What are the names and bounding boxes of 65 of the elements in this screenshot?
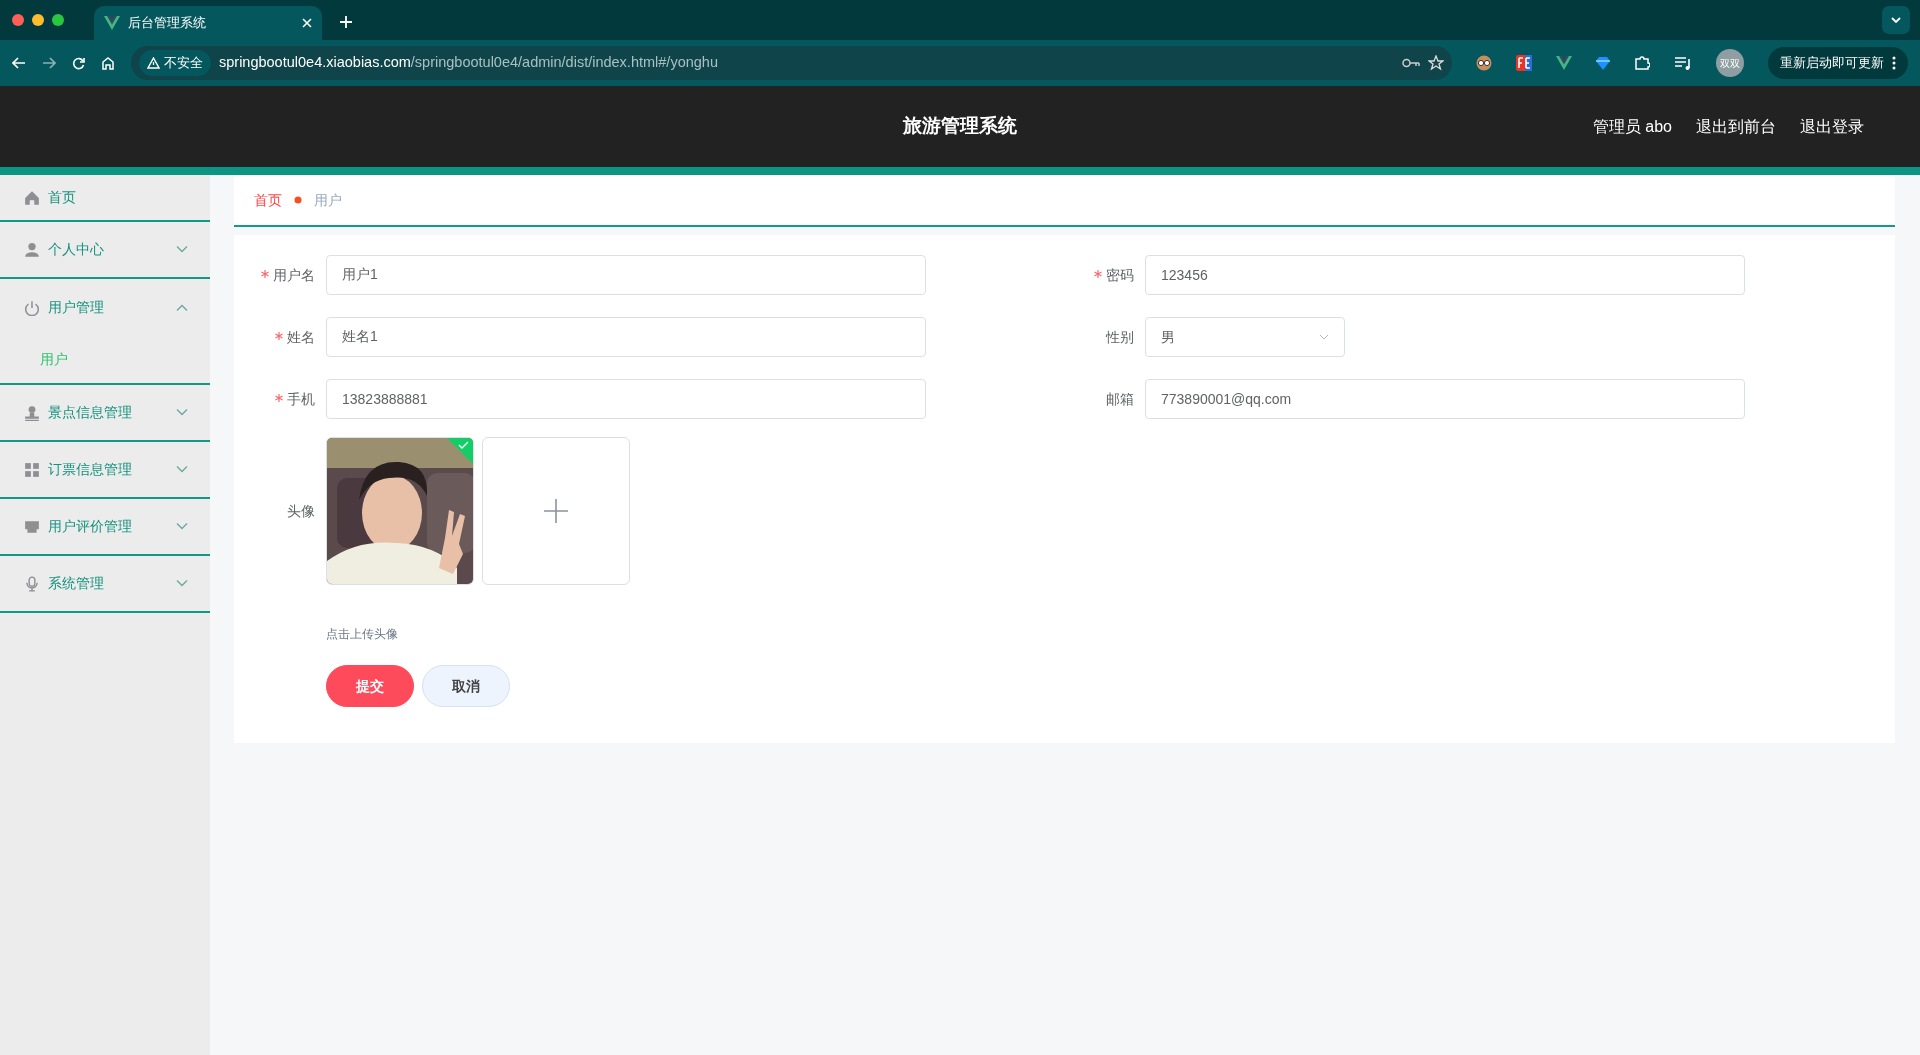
sidebar-item[interactable]: 系统管理 (0, 556, 210, 613)
address-text[interactable]: springbootul0e4.xiaobias.com/springbootul0e4/admin/dist/index.html#/yonghu (219, 52, 1394, 74)
app-title: 旅游管理系统 (903, 114, 1017, 139)
browser-tab[interactable]: 后台管理系统 (94, 6, 322, 40)
power-icon (24, 299, 40, 316)
input-field[interactable]: 13823888881 (326, 379, 926, 419)
upload-hint: 点击上传头像 (326, 626, 399, 643)
security-indicator[interactable]: 不安全 (139, 50, 211, 76)
tab-search-button[interactable] (1882, 6, 1910, 34)
sidebar-item[interactable]: 首页 (0, 175, 210, 222)
media-queue-icon[interactable] (1674, 56, 1692, 70)
home-icon[interactable] (101, 56, 115, 70)
key-icon[interactable] (1402, 58, 1420, 68)
warning-icon (147, 57, 160, 69)
input-field[interactable]: 用户1 (326, 255, 926, 295)
sidebar-item[interactable]: 个人中心 (0, 222, 210, 279)
microphone-icon (24, 575, 40, 592)
sidebar-item[interactable]: 景点信息管理 (0, 385, 210, 442)
chevron-down-icon (1319, 334, 1329, 340)
puzzle-icon[interactable] (1634, 55, 1650, 71)
update-button[interactable]: 重新启动即可更新 (1768, 47, 1908, 79)
cancel-button[interactable]: 取消 (422, 665, 510, 707)
close-icon[interactable] (302, 18, 312, 28)
minimize-window-dot[interactable] (32, 14, 44, 26)
select-field[interactable]: 男 (1145, 317, 1345, 357)
tab-title: 后台管理系统 (128, 14, 207, 33)
v-logo-icon[interactable] (1556, 56, 1572, 70)
header-link[interactable]: 退出到前台 (1696, 114, 1776, 139)
new-tab-icon[interactable] (340, 16, 352, 28)
plus-icon (544, 499, 568, 523)
bullet-icon (294, 196, 302, 204)
glasses-face-icon[interactable] (1476, 55, 1492, 71)
sidebar-item[interactable]: 订票信息管理 (0, 442, 210, 499)
back-icon[interactable] (12, 57, 26, 69)
home-icon (24, 189, 40, 206)
sidebar-item[interactable]: 用户评价管理 (0, 499, 210, 556)
close-window-dot[interactable] (12, 14, 24, 26)
more-vertical-icon (1892, 56, 1896, 70)
field-label: 性别 (1104, 327, 1135, 347)
breadcrumb-link[interactable]: 首页 (254, 189, 282, 211)
field-label: 邮箱 (1105, 389, 1135, 409)
store-icon (24, 518, 40, 535)
field-label: 头像 (286, 501, 316, 521)
header-link[interactable]: 退出登录 (1800, 114, 1864, 139)
gem-icon[interactable] (1596, 56, 1610, 70)
forward-icon[interactable] (42, 57, 56, 69)
reload-icon[interactable] (72, 56, 85, 70)
chevron-down-icon (1891, 17, 1901, 23)
extension-badge-icon[interactable] (1516, 55, 1532, 71)
zoom-window-dot[interactable] (52, 14, 64, 26)
user-icon (24, 241, 40, 258)
field-label: 密码 (1053, 264, 1145, 286)
input-field[interactable]: 773890001@qq.com (1145, 379, 1745, 419)
star-icon[interactable] (1428, 55, 1444, 71)
sidebar-item[interactable]: 用户管理 (0, 279, 210, 336)
input-field[interactable]: 姓名1 (326, 317, 926, 357)
field-label: 手机 (234, 388, 326, 410)
field-label: 用户名 (234, 264, 326, 286)
v-logo-icon (104, 16, 120, 30)
input-field[interactable]: 123456 (1145, 255, 1745, 295)
header-link[interactable]: 管理员 abo (1592, 114, 1672, 139)
grid-icon (24, 461, 40, 478)
stamp-icon (24, 404, 40, 421)
submit-button[interactable]: 提交 (326, 665, 414, 707)
field-label: 姓名 (234, 326, 326, 348)
